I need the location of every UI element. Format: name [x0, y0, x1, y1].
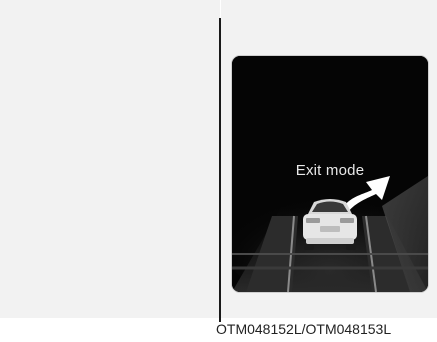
left-blank-panel: [0, 0, 220, 318]
manual-illustration: Exit mode OTM048152L/OTM048153L: [0, 0, 437, 342]
exit-mode-text: Exit mode: [295, 162, 365, 179]
figure-code-caption: OTM048152L/OTM048153L: [216, 321, 392, 337]
cluster-display: Exit mode: [232, 56, 428, 292]
vertical-divider: [219, 18, 221, 322]
